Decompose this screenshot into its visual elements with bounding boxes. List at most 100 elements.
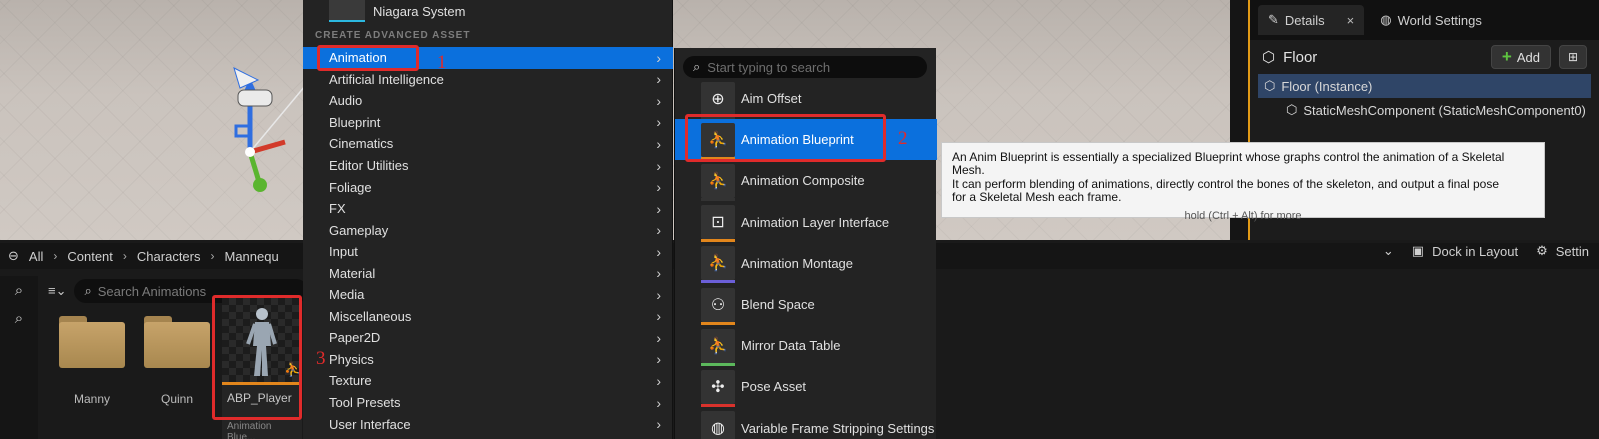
menu-item-input[interactable]: Input › xyxy=(303,241,673,263)
chevron-right-icon: › xyxy=(122,249,127,263)
chevron-right-icon: › xyxy=(656,71,661,88)
annotation-box-1 xyxy=(317,45,419,71)
breadcrumb-all[interactable]: All xyxy=(29,249,43,264)
close-icon[interactable]: × xyxy=(1347,13,1355,28)
component-tree-root[interactable]: ⬡ Floor (Instance) xyxy=(1258,74,1591,98)
annotation-number-2: 2 xyxy=(898,128,908,149)
annotation-number-1: 1 xyxy=(437,52,447,73)
tooltip-line: It can perform blending of animations, d… xyxy=(952,176,1500,191)
filter-icon[interactable]: ≡⌄ xyxy=(48,283,66,299)
menu-item-niagara-system[interactable]: Niagara System xyxy=(329,0,465,22)
tooltip-hint: hold (Ctrl + Alt) for more xyxy=(1184,209,1302,222)
chevron-right-icon: › xyxy=(656,286,661,303)
menu-item-label: FX xyxy=(329,201,346,217)
history-icon[interactable]: ⊖ xyxy=(8,248,19,264)
search-icon[interactable]: ⌕ xyxy=(0,276,38,304)
submenu-item-animation-montage[interactable]: ⛹ Animation Montage xyxy=(675,243,937,284)
menu-item-label: Miscellaneous xyxy=(329,308,412,324)
submenu-item-variable-frame-stripping-settings[interactable]: ◍ Variable Frame Stripping Settings xyxy=(675,408,937,439)
submenu-item-blend-space[interactable]: ⚇ Blend Space xyxy=(675,284,937,325)
menu-category-list: Animation › Artificial Intelligence › Audio ›… xyxy=(303,47,673,435)
menu-item-editor-utilities[interactable]: Editor Utilities › xyxy=(303,155,673,177)
plus-icon: + xyxy=(1501,47,1512,66)
chevron-right-icon: › xyxy=(656,351,661,368)
submenu-item-aim-offset[interactable]: ⊕ Aim Offset xyxy=(675,78,937,119)
menu-item-audio[interactable]: Audio › xyxy=(303,90,673,112)
menu-item-cinematics[interactable]: Cinematics › xyxy=(303,133,673,155)
add-component-button[interactable]: + Add xyxy=(1490,45,1551,69)
submenu-item-label: Aim Offset xyxy=(741,91,802,107)
chevron-right-icon: › xyxy=(656,114,661,131)
menu-item-label: Material xyxy=(329,265,376,281)
breadcrumb-content[interactable]: Content xyxy=(67,249,113,264)
sources-panel: ⌕ ⌕ xyxy=(0,276,38,439)
search-icon[interactable]: ⌕ xyxy=(0,304,38,332)
menu-item-label: Texture xyxy=(329,373,372,389)
search-icon: ⌕ xyxy=(84,283,92,298)
menu-item-label: Blueprint xyxy=(329,114,381,130)
hierarchy-icon: ⊞ xyxy=(1567,50,1579,64)
submenu-item-label: Variable Frame Stripping Settings xyxy=(741,420,935,436)
breadcrumb-mannequin[interactable]: Mannequ xyxy=(224,249,278,264)
frame-stripping-icon: ◍ xyxy=(701,411,735,439)
search-icon: ⌕ xyxy=(693,59,701,74)
submenu-item-label: Blend Space xyxy=(741,297,815,313)
menu-item-foliage[interactable]: Foliage › xyxy=(303,176,673,198)
menu-item-label: Physics xyxy=(329,351,374,367)
tab-world-settings[interactable]: ◍ World Settings xyxy=(1370,5,1492,35)
chevron-right-icon: › xyxy=(210,249,215,263)
submenu-item-mirror-data-table[interactable]: ⛹ Mirror Data Table xyxy=(675,325,937,366)
folder-tile[interactable]: Manny xyxy=(55,316,129,406)
layer-interface-icon: ⊡ xyxy=(701,205,735,243)
animation-composite-icon: ⛹ xyxy=(701,163,735,201)
menu-item-label: Foliage xyxy=(329,179,372,195)
chevron-right-icon: › xyxy=(656,135,661,152)
submenu-item-animation-layer-interface[interactable]: ⊡ Animation Layer Interface xyxy=(675,202,937,243)
chevron-right-icon: › xyxy=(656,200,661,217)
menu-item-material[interactable]: Material › xyxy=(303,262,673,284)
component-tree-item[interactable]: ⬡ StaticMeshComponent (StaticMeshCompone… xyxy=(1250,98,1599,122)
chevron-down-icon[interactable]: ⌄ xyxy=(1383,243,1394,259)
cube-icon: ⬡ xyxy=(1262,49,1276,66)
static-mesh-icon: ⬡ xyxy=(1286,102,1298,117)
submenu-item-animation-composite[interactable]: ⛹ Animation Composite xyxy=(675,160,937,201)
menu-item-fx[interactable]: FX › xyxy=(303,198,673,220)
menu-item-user-interface[interactable]: User Interface › xyxy=(303,413,673,435)
chevron-right-icon: › xyxy=(656,394,661,411)
menu-item-blueprint[interactable]: Blueprint › xyxy=(303,112,673,134)
chevron-right-icon: › xyxy=(53,249,58,263)
chevron-right-icon: › xyxy=(656,265,661,282)
dock-in-layout-button[interactable]: ▣ Dock in Layout xyxy=(1412,243,1518,259)
submenu-item-label: Mirror Data Table xyxy=(741,338,841,354)
menu-item-artificial-intelligence[interactable]: Artificial Intelligence › xyxy=(303,69,673,91)
menu-item-tool-presets[interactable]: Tool Presets › xyxy=(303,392,673,414)
blend-space-icon: ⚇ xyxy=(701,287,735,325)
submenu-search-input[interactable]: ⌕ Start typing to search xyxy=(683,56,927,78)
menu-item-label: User Interface xyxy=(329,416,411,432)
details-tab-bar: ✎ Details × ◍ World Settings xyxy=(1250,0,1599,40)
menu-item-label: Tool Presets xyxy=(329,395,401,411)
submenu-item-pose-asset[interactable]: ✣ Pose Asset xyxy=(675,366,937,407)
pose-asset-icon: ✣ xyxy=(701,369,735,407)
chevron-right-icon: › xyxy=(656,243,661,260)
gear-icon: ⚙ xyxy=(1536,243,1548,258)
settings-button[interactable]: ⚙ Settin xyxy=(1536,243,1589,259)
annotation-number-3: 3 xyxy=(316,348,326,369)
submenu-item-label: Pose Asset xyxy=(741,379,807,395)
menu-item-physics[interactable]: Physics › xyxy=(303,349,673,371)
pencil-icon: ✎ xyxy=(1268,12,1279,27)
annotation-box-3 xyxy=(212,295,302,420)
submenu-item-label: Animation Montage xyxy=(741,255,854,271)
menu-item-label: Paper2D xyxy=(329,330,381,346)
folder-tile[interactable]: Quinn xyxy=(140,316,214,406)
menu-item-paper2d[interactable]: Paper2D › xyxy=(303,327,673,349)
menu-item-gameplay[interactable]: Gameplay › xyxy=(303,219,673,241)
breadcrumb-characters[interactable]: Characters xyxy=(137,249,201,264)
menu-item-texture[interactable]: Texture › xyxy=(303,370,673,392)
tab-details[interactable]: ✎ Details × xyxy=(1258,5,1365,35)
menu-item-label: Gameplay xyxy=(329,222,389,238)
menu-item-media[interactable]: Media › xyxy=(303,284,673,306)
menu-item-miscellaneous[interactable]: Miscellaneous › xyxy=(303,306,673,328)
blueprint-options-button[interactable]: ⊞ xyxy=(1559,45,1587,69)
mirror-table-icon: ⛹ xyxy=(701,328,735,366)
